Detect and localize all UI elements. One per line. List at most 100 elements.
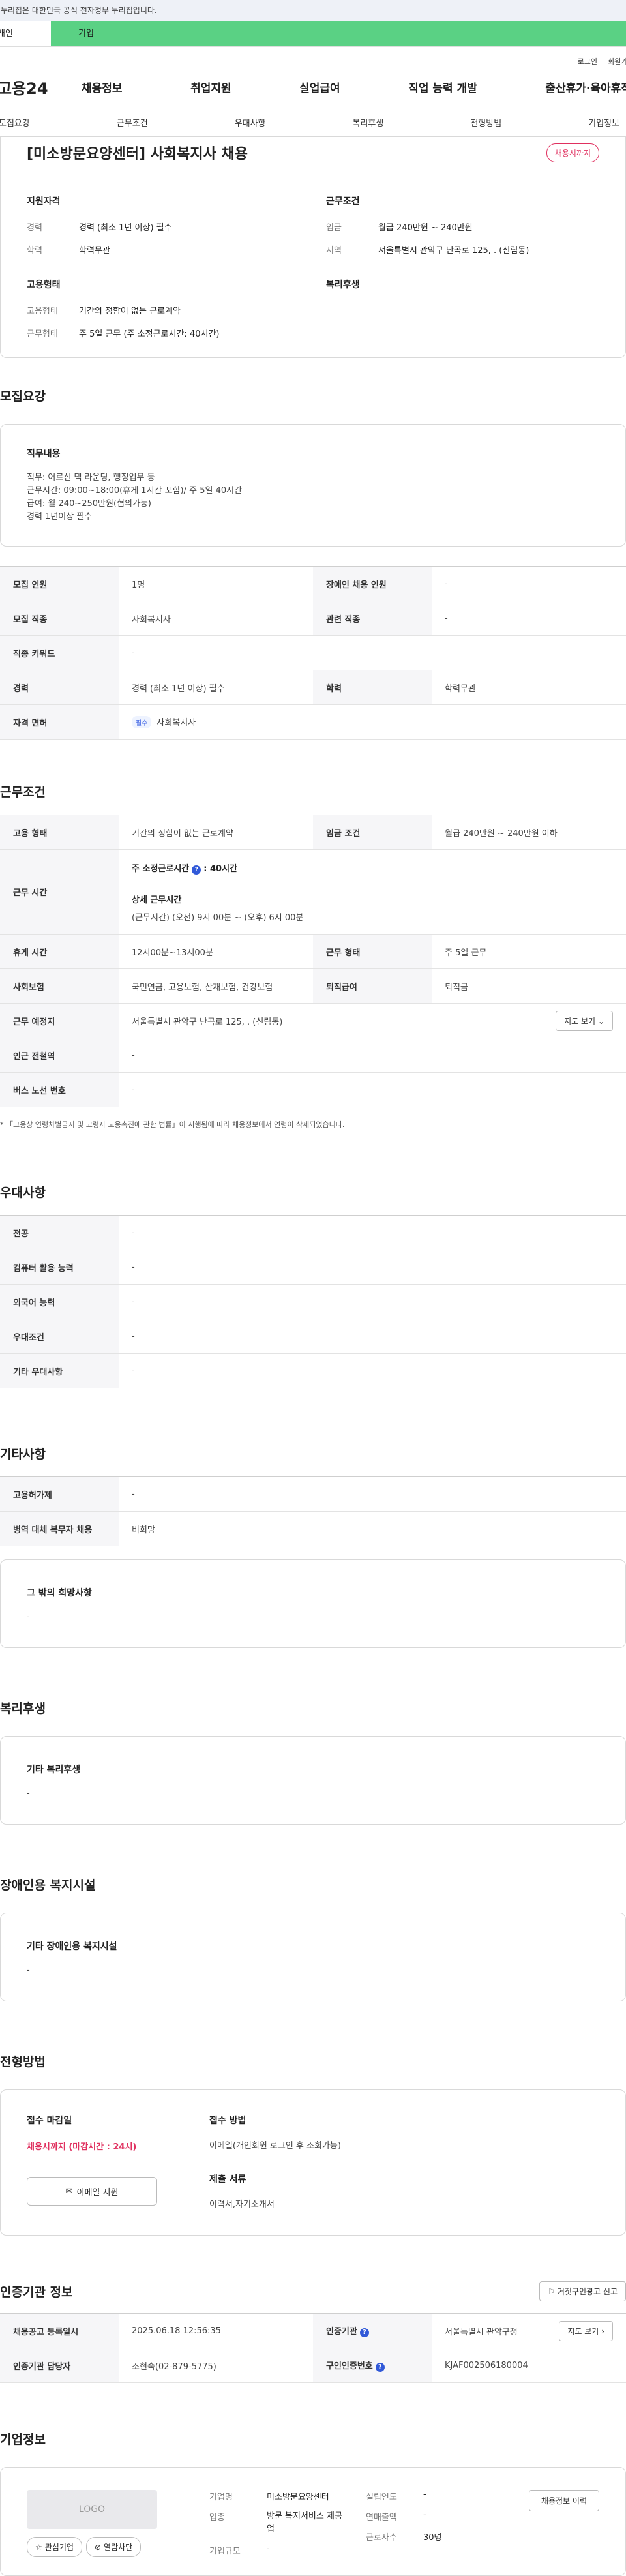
anchor-welfare[interactable]: 복리후생: [352, 116, 383, 128]
block-icon: ⊘: [94, 2542, 101, 2552]
menu-parental-leave[interactable]: 출산휴가·육아휴직: [545, 79, 626, 95]
block-view-label: 열람차단: [104, 2543, 133, 2552]
pref-title: 우대사항: [0, 1186, 46, 1200]
menu-jobs[interactable]: 채용정보: [82, 79, 123, 95]
mail-icon: ✉: [65, 2186, 73, 2196]
anchor-company[interactable]: 기업정보: [588, 116, 619, 128]
help-icon[interactable]: ?: [192, 865, 201, 875]
report-icon: ⚐: [548, 2287, 556, 2296]
star-icon: ☆: [35, 2542, 42, 2552]
email-apply-button[interactable]: ✉ 이메일 지원: [27, 2177, 157, 2206]
disability-box: 기타 장애인용 복지시설 -: [0, 1913, 626, 2001]
qual-career-value: 경력 (최소 1년 이상) 필수: [79, 223, 172, 233]
main-nav: 고용24 채용정보 취업지원 실업급여 직업 능력 개발 출산휴가·육아휴직: [0, 67, 626, 108]
disability-title: 장애인용 복지시설: [0, 1878, 96, 1893]
etc-table: 고용허가제 - 병역 대체 복무자 채용 비희망: [0, 1476, 626, 1546]
industry-value: 방문 복지서비스 제공업: [267, 2511, 342, 2534]
anchor-recruit[interactable]: 모집요강: [0, 116, 30, 128]
tab-company[interactable]: 기업: [51, 21, 626, 46]
cell-value: 퇴직금: [432, 968, 626, 1004]
cell-value: 기간의 정함이 없는 근로계약: [119, 815, 313, 850]
cond-pay-key: 임금: [326, 223, 342, 233]
method-value: 이메일(개인회원 로그인 후 조회가능): [209, 2141, 341, 2151]
company-title: 기업정보: [0, 2433, 46, 2447]
workplace-address: 서울특별시 관악구 난곡로 125, . (신림동): [132, 1017, 283, 1027]
hiring-history-button[interactable]: 채용정보 이력: [528, 2490, 599, 2511]
cell-value: KJAF002506180004: [432, 2348, 626, 2383]
menu-employment-support[interactable]: 취업지원: [190, 79, 231, 95]
menu-vocational-training[interactable]: 직업 능력 개발: [408, 79, 477, 95]
cond-region-value: 서울특별시 관악구 난곡로 125, . (신림동): [378, 246, 529, 256]
interest-company-button[interactable]: ☆ 관심기업: [27, 2537, 82, 2557]
cell-value: 1명: [119, 566, 313, 601]
table-row: 인증기관 담당자 조현숙(02-879-5775) 구인인증번호? KJAF00…: [0, 2348, 626, 2383]
disability-box-body: -: [27, 1966, 30, 1975]
table-row: 병역 대체 복무자 채용 비희망: [0, 1511, 626, 1546]
recruit-section: 모집요강 직무내용 직무: 어르신 댁 라운딩, 행정업무 등 근무시간: 09…: [0, 387, 626, 740]
emp-type-key: 고용형태: [27, 307, 58, 316]
login-link[interactable]: 로그인: [578, 56, 597, 67]
selection-section: 전형방법 접수 마감일 채용시까지 (마감시간 : 24시) ✉ 이메일 지원 …: [0, 2052, 626, 2236]
deadline-badge: 채용시까지: [546, 143, 599, 162]
cell-value: 월급 240만원 ~ 240만원 이하: [432, 815, 626, 850]
cell-label: 학력: [313, 670, 432, 705]
cell-label: 직종 키워드: [0, 635, 119, 670]
cell-label: 기타 우대사항: [0, 1353, 119, 1388]
founded-key: 설립연도: [366, 2493, 397, 2502]
cert-map-button[interactable]: 지도 보기 ›: [559, 2320, 613, 2341]
cell-value: -: [119, 1215, 626, 1250]
cell-value: -: [119, 1353, 626, 1388]
qual-edu-value: 학력무관: [79, 246, 110, 256]
site-logo[interactable]: 고용24: [0, 76, 79, 98]
signup-link[interactable]: 회원가입: [608, 56, 626, 67]
cell-label: 경력: [0, 670, 119, 705]
cell-label: 외국어 능력: [0, 1284, 119, 1319]
table-row: 기타 우대사항 -: [0, 1353, 626, 1388]
weekly-hours-label: 주 소정근로시간: [132, 863, 190, 874]
map-view-button[interactable]: 지도 보기 ⌄: [556, 1010, 613, 1031]
disability-section: 장애인용 복지시설 기타 장애인용 복지시설 -: [0, 1876, 626, 2001]
cell-label: 근무 형태: [313, 934, 432, 969]
conditions-heading: 근무조건: [326, 196, 360, 207]
anchor-work[interactable]: 근무조건: [117, 116, 148, 128]
age-footnote: * 「고용상 연령차별금지 및 고령자 고용촉진에 관한 법률」이 시행됨에 따…: [0, 1120, 345, 1129]
qualification-heading: 지원자격: [27, 196, 61, 207]
report-fake-ad-button[interactable]: ⚐ 거짓구인광고 신고: [539, 2281, 626, 2301]
welfare-title: 복리후생: [0, 1701, 46, 1716]
report-fake-ad-label: 거짓구인광고 신고: [557, 2287, 618, 2296]
cell-value: -: [432, 566, 626, 601]
utility-links: 로그인 회원가입: [0, 47, 626, 67]
work-title: 근무조건: [0, 785, 46, 800]
help-icon[interactable]: ?: [375, 2363, 385, 2372]
cell-value: -: [119, 635, 626, 670]
cell-label: 장애인 채용 인원: [313, 566, 432, 601]
anchor-pref[interactable]: 우대사항: [235, 116, 266, 128]
cell-value: 조현숙(02-879-5775): [119, 2348, 313, 2383]
help-icon[interactable]: ?: [359, 2328, 369, 2337]
table-row: 자격 면허 필수 사회복지사: [0, 704, 626, 740]
cell-value: 주 5일 근무: [432, 934, 626, 969]
cell-value: 서울특별시 관악구 난곡로 125, . (신림동) 지도 보기 ⌄: [119, 1003, 626, 1038]
welfare-box: 기타 복리후생 -: [0, 1736, 626, 1825]
etc-title: 기타사항: [0, 1447, 46, 1461]
cell-value: -: [119, 1250, 626, 1285]
menu-unemployment-benefit[interactable]: 실업급여: [299, 79, 340, 95]
cell-label: 병역 대체 복무자 채용: [0, 1511, 119, 1546]
cell-value: 서울특별시 관악구청 지도 보기 ›: [432, 2313, 626, 2348]
cell-value: 필수 사회복지사: [119, 704, 626, 740]
table-row: 고용 형태 기간의 정함이 없는 근로계약 임금 조건 월급 240만원 ~ 2…: [0, 815, 626, 850]
cond-pay-value: 월급 240만원 ~ 240만원: [378, 223, 473, 233]
block-view-button[interactable]: ⊘ 열람차단: [85, 2537, 142, 2557]
cell-value: 경력 (최소 1년 이상) 필수: [119, 670, 313, 705]
tab-company-label: 기업: [78, 29, 94, 38]
employees-value: 30명: [423, 2533, 442, 2543]
company-name-key: 기업명: [209, 2493, 233, 2502]
table-row: 컴퓨터 활용 능력 -: [0, 1250, 626, 1285]
cert-agency-value: 서울특별시 관악구청: [445, 2327, 518, 2337]
documents-value: 이력서,자기소개서: [209, 2200, 275, 2209]
license-value: 사회복지사: [156, 718, 196, 728]
job-description-body: 직무: 어르신 댁 라운딩, 행정업무 등 근무시간: 09:00~18:00(…: [27, 473, 243, 522]
pref-section: 우대사항 전공 - 컴퓨터 활용 능력 - 외국어 능력 - 우대조건 - 기타 우대사…: [0, 1183, 626, 1388]
table-row: 버스 노선 번호 -: [0, 1072, 626, 1107]
anchor-selection[interactable]: 전형방법: [470, 116, 501, 128]
